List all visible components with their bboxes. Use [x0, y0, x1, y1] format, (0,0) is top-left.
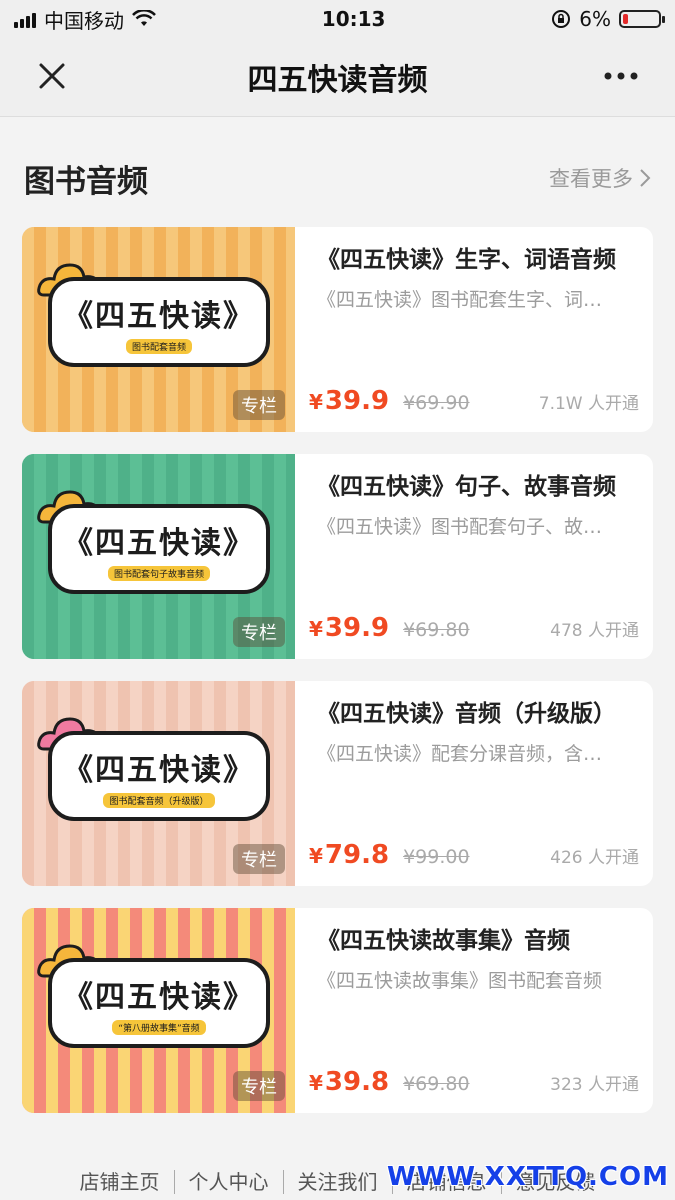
- product-description: 《四五快读》图书配套句子、故…: [317, 516, 603, 538]
- product-description: 《四五快读》图书配套生字、词…: [317, 289, 603, 311]
- see-more-label: 查看更多: [549, 167, 633, 191]
- battery-percent: 6%: [579, 7, 611, 31]
- footer-link[interactable]: 店铺主页: [66, 1170, 175, 1194]
- more-dots-icon: [604, 72, 638, 80]
- battery-icon: [619, 10, 665, 28]
- product-card[interactable]: 《四五快读》 “第八册故事集”音频 专栏 《四五快读故事集》音频 《四五快读故事…: [22, 908, 653, 1113]
- section-title: 图书音频: [24, 163, 148, 200]
- product-price: ¥39.9: [309, 613, 389, 643]
- product-description: 《四五快读故事集》图书配套音频: [317, 970, 603, 992]
- thumbnail-logo-box: 《四五快读》 “第八册故事集”音频: [48, 958, 270, 1048]
- original-price: ¥69.80: [403, 1073, 470, 1095]
- close-button[interactable]: [32, 56, 72, 96]
- price-row: ¥39.9 ¥69.90 7.1W 人开通: [309, 386, 639, 416]
- wifi-icon: [132, 10, 156, 26]
- thumbnail-subtitle: “第八册故事集”音频: [112, 1019, 206, 1035]
- watermark: WWW.XXTTQ.COM: [387, 1162, 669, 1192]
- column-badge: 专栏: [233, 1071, 285, 1101]
- column-badge: 专栏: [233, 390, 285, 420]
- product-card[interactable]: 《四五快读》 图书配套句子故事音频 专栏 《四五快读》句子、故事音频 《四五快读…: [22, 454, 653, 659]
- subscriber-count: 7.1W 人开通: [538, 394, 639, 414]
- product-price: ¥79.8: [309, 840, 389, 870]
- status-right: 6%: [551, 7, 665, 31]
- nav-bar: 四五快读音频: [0, 38, 675, 117]
- product-price: ¥39.8: [309, 1067, 389, 1097]
- price-row: ¥79.8 ¥99.00 426 人开通: [309, 840, 639, 870]
- thumbnail-subtitle: 图书配套音频（升级版）: [103, 792, 215, 808]
- price-value: 79.8: [324, 840, 390, 870]
- product-info: 《四五快读》句子、故事音频 《四五快读》图书配套句子、故… ¥39.9 ¥69.…: [295, 454, 653, 659]
- product-info: 《四五快读》生字、词语音频 《四五快读》图书配套生字、词… ¥39.9 ¥69.…: [295, 227, 653, 432]
- thumbnail-logo-text: 《四五快读》: [63, 525, 255, 561]
- original-price: ¥69.80: [403, 619, 470, 641]
- thumbnail-subtitle: 图书配套句子故事音频: [107, 565, 210, 581]
- price-value: 39.9: [324, 613, 390, 643]
- price-row: ¥39.9 ¥69.80 478 人开通: [309, 613, 639, 643]
- thumbnail-logo-box: 《四五快读》 图书配套音频: [48, 277, 270, 367]
- product-card[interactable]: 《四五快读》 图书配套音频（升级版） 专栏 《四五快读》音频（升级版） 《四五快…: [22, 681, 653, 886]
- column-badge: 专栏: [233, 844, 285, 874]
- currency-symbol: ¥: [309, 617, 323, 641]
- footer-link[interactable]: 个人中心: [175, 1170, 284, 1194]
- product-info: 《四五快读故事集》音频 《四五快读故事集》图书配套音频 ¥39.8 ¥69.80…: [295, 908, 653, 1113]
- product-list: 《四五快读》 图书配套音频 专栏 《四五快读》生字、词语音频 《四五快读》图书配…: [0, 227, 675, 1113]
- close-icon: [39, 63, 65, 89]
- product-info: 《四五快读》音频（升级版） 《四五快读》配套分课音频，含… ¥79.8 ¥99.…: [295, 681, 653, 886]
- price-value: 39.8: [324, 1067, 390, 1097]
- page-title: 四五快读音频: [247, 63, 428, 98]
- thumbnail-logo-box: 《四五快读》 图书配套句子故事音频: [48, 504, 270, 594]
- product-title: 《四五快读故事集》音频: [317, 928, 570, 954]
- product-thumbnail: 《四五快读》 图书配套音频 专栏: [22, 227, 295, 432]
- thumbnail-subtitle: 图书配套音频: [125, 338, 192, 354]
- section-header: 图书音频 查看更多: [0, 153, 675, 203]
- thumbnail-logo-box: 《四五快读》 图书配套音频（升级版）: [48, 731, 270, 821]
- thumbnail-logo-text: 《四五快读》: [63, 979, 255, 1015]
- chevron-right-icon: [640, 169, 651, 187]
- thumbnail-logo-text: 《四五快读》: [63, 298, 255, 334]
- carrier-label: 中国移动: [44, 8, 124, 33]
- thumbnail-logo-text: 《四五快读》: [63, 752, 255, 788]
- product-thumbnail: 《四五快读》 “第八册故事集”音频 专栏: [22, 908, 295, 1113]
- product-card[interactable]: 《四五快读》 图书配套音频 专栏 《四五快读》生字、词语音频 《四五快读》图书配…: [22, 227, 653, 432]
- status-left: 中国移动: [14, 5, 156, 34]
- status-bar: 中国移动 10:13 6%: [0, 0, 675, 38]
- product-title: 《四五快读》生字、词语音频: [317, 247, 616, 273]
- product-title: 《四五快读》音频（升级版）: [317, 701, 616, 727]
- column-badge: 专栏: [233, 617, 285, 647]
- currency-symbol: ¥: [309, 390, 323, 414]
- original-price: ¥99.00: [403, 846, 470, 868]
- currency-symbol: ¥: [309, 1071, 323, 1095]
- product-thumbnail: 《四五快读》 图书配套音频（升级版） 专栏: [22, 681, 295, 886]
- more-button[interactable]: [597, 58, 645, 94]
- original-price: ¥69.90: [403, 392, 470, 414]
- subscriber-count: 426 人开通: [550, 848, 639, 868]
- footer-link[interactable]: 关注我们: [284, 1170, 393, 1194]
- rotation-lock-icon: [552, 10, 571, 28]
- signal-icon: [14, 10, 36, 28]
- see-more-link[interactable]: 查看更多: [549, 163, 651, 193]
- price-value: 39.9: [324, 386, 390, 416]
- time-label: 10:13: [321, 7, 386, 31]
- product-thumbnail: 《四五快读》 图书配套句子故事音频 专栏: [22, 454, 295, 659]
- product-price: ¥39.9: [309, 386, 389, 416]
- currency-symbol: ¥: [309, 844, 323, 868]
- price-row: ¥39.8 ¥69.80 323 人开通: [309, 1067, 639, 1097]
- product-description: 《四五快读》配套分课音频，含…: [317, 743, 603, 765]
- subscriber-count: 323 人开通: [550, 1075, 639, 1095]
- product-title: 《四五快读》句子、故事音频: [317, 474, 616, 500]
- subscriber-count: 478 人开通: [550, 621, 639, 641]
